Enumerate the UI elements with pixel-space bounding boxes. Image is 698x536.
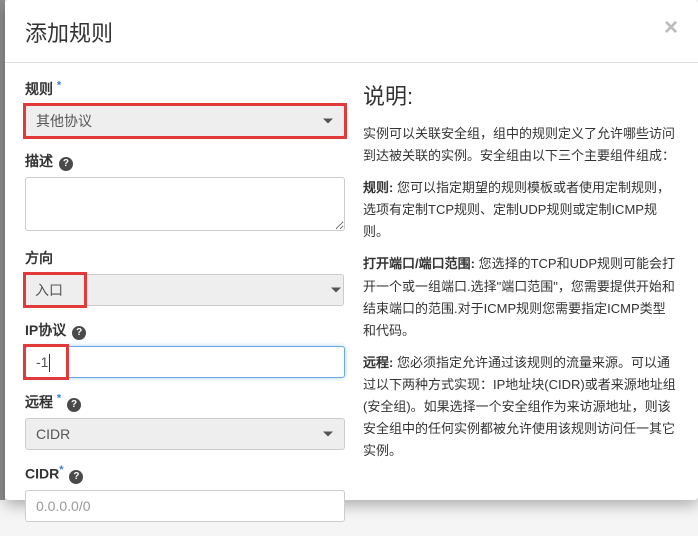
cidr-field-group: CIDR* ? xyxy=(25,464,345,522)
remote-select[interactable]: CIDR xyxy=(25,418,345,450)
help-icon[interactable]: ? xyxy=(67,398,81,412)
rule-field-group: 规则 * 其他协议 xyxy=(25,79,345,137)
remote-select-wrap: CIDR xyxy=(25,418,345,450)
cidr-input[interactable] xyxy=(25,490,345,522)
ip-protocol-input[interactable] xyxy=(25,346,345,378)
description-remote-section: 远程: 您必须指定允许通过该规则的流量来源。可以通过以下两种方式实现：IP地址块… xyxy=(363,352,678,462)
required-marker: * xyxy=(57,392,61,404)
direction-select-wrap: 入口 xyxy=(25,274,85,306)
help-icon[interactable]: ? xyxy=(69,470,83,484)
help-icon[interactable]: ? xyxy=(72,326,86,340)
cidr-label: CIDR* ? xyxy=(25,464,345,484)
rule-select[interactable]: 其他协议 xyxy=(25,105,345,137)
description-textarea[interactable] xyxy=(25,177,345,231)
description-column: 说明: 实例可以关联安全组，组中的规则定义了允许哪些访问到达被关联的实例。安全组… xyxy=(345,79,678,536)
required-marker: * xyxy=(57,79,61,91)
ip-protocol-field-group: IP协议 ? xyxy=(25,320,345,378)
ip-protocol-label: IP协议 ? xyxy=(25,320,345,340)
direction-label: 方向 xyxy=(25,248,345,268)
ip-protocol-input-wrap xyxy=(25,346,67,378)
form-column: 规则 * 其他协议 描述 ? 方向 xyxy=(25,79,345,536)
description-label: 描述 ? xyxy=(25,151,345,171)
description-port-section: 打开端口/端口范围: 您选择的TCP和UDP规则可能会打开一个或一组端口.选择"… xyxy=(363,253,678,341)
description-rule-section: 规则: 您可以指定期望的规则模板或者使用定制规则，选项有定制TCP规则、定制UD… xyxy=(363,177,678,243)
modal-body: 规则 * 其他协议 描述 ? 方向 xyxy=(5,63,698,536)
help-icon[interactable]: ? xyxy=(59,157,73,171)
description-field-group: 描述 ? xyxy=(25,151,345,234)
remote-field-group: 远程 * ? CIDR xyxy=(25,392,345,450)
modal-header: 添加规则 × xyxy=(5,0,698,63)
remote-label: 远程 * ? xyxy=(25,392,345,412)
direction-field-group: 方向 入口 xyxy=(25,248,345,306)
close-button[interactable]: × xyxy=(664,16,678,40)
required-marker: * xyxy=(59,464,63,476)
direction-select[interactable]: 入口 xyxy=(24,274,344,306)
description-intro: 实例可以关联安全组，组中的规则定义了允许哪些访问到达被关联的实例。安全组由以下三… xyxy=(363,123,678,167)
rule-label: 规则 * xyxy=(25,79,345,99)
modal-title: 添加规则 xyxy=(25,16,113,48)
add-rule-modal: 添加规则 × 规则 * 其他协议 描述 ? xyxy=(5,0,698,500)
description-title: 说明: xyxy=(363,79,678,111)
text-cursor xyxy=(49,354,50,372)
rule-select-wrap: 其他协议 xyxy=(25,105,345,137)
